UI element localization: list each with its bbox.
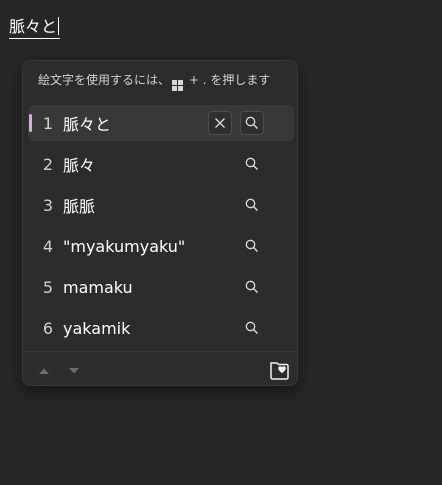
close-icon xyxy=(215,118,225,128)
search-candidate-button[interactable] xyxy=(240,275,264,299)
candidate-item[interactable]: 4 "myakumyaku" xyxy=(28,228,294,264)
search-candidate-button[interactable] xyxy=(240,152,264,176)
candidate-number: 2 xyxy=(42,154,54,174)
search-candidate-button[interactable] xyxy=(240,193,264,217)
favorite-button[interactable] xyxy=(268,359,290,381)
candidate-item[interactable]: 1 脈々と xyxy=(28,105,294,141)
candidate-text: "myakumyaku" xyxy=(63,236,186,256)
emoji-hint-suffix: + . を押します xyxy=(185,73,271,87)
search-icon xyxy=(245,280,258,293)
ime-candidate-window: 絵文字を使用するには、 + . を押します 1 脈々と 2 脈々 3 脈脈 4 … xyxy=(22,60,298,386)
candidate-number: 3 xyxy=(42,195,54,215)
search-icon xyxy=(245,157,258,170)
heart-folder-icon xyxy=(270,362,289,380)
candidate-item[interactable]: 5 mamaku xyxy=(28,269,294,305)
candidate-item[interactable]: 6 yakamik xyxy=(28,310,294,346)
search-icon xyxy=(245,116,258,129)
triangle-up-icon xyxy=(39,368,49,374)
candidate-item[interactable]: 3 脈脈 xyxy=(28,187,294,223)
page-up-button[interactable] xyxy=(37,364,51,378)
candidate-text: 脈々 xyxy=(63,156,96,175)
candidate-text: yakamik xyxy=(63,318,131,338)
search-icon xyxy=(245,239,258,252)
ime-composition-text: 脈々と xyxy=(9,16,61,39)
composition-string: 脈々と xyxy=(9,17,58,36)
candidate-text: mamaku xyxy=(63,277,133,297)
windows-logo-icon xyxy=(172,80,184,91)
search-candidate-button[interactable] xyxy=(240,111,264,135)
candidate-number: 6 xyxy=(42,318,54,338)
selection-indicator xyxy=(29,114,32,132)
candidate-number: 5 xyxy=(42,277,54,297)
candidate-number: 1 xyxy=(42,113,54,133)
emoji-hint: 絵文字を使用するには、 + . を押します xyxy=(38,72,288,91)
candidate-number: 4 xyxy=(42,236,54,256)
search-candidate-button[interactable] xyxy=(240,316,264,340)
footer-divider xyxy=(23,351,297,352)
candidate-list: 1 脈々と 2 脈々 3 脈脈 4 "myakumyaku" 5 mamaku … xyxy=(28,105,294,351)
triangle-down-icon xyxy=(69,368,79,374)
candidate-text: 脈々と xyxy=(63,115,112,134)
page-down-button[interactable] xyxy=(67,364,81,378)
search-icon xyxy=(245,321,258,334)
delete-candidate-button[interactable] xyxy=(208,111,232,135)
search-icon xyxy=(245,198,258,211)
text-caret xyxy=(58,17,60,35)
search-candidate-button[interactable] xyxy=(240,234,264,258)
emoji-hint-prefix: 絵文字を使用するには、 xyxy=(38,73,171,87)
candidate-item[interactable]: 2 脈々 xyxy=(28,146,294,182)
candidate-text: 脈脈 xyxy=(63,197,96,216)
